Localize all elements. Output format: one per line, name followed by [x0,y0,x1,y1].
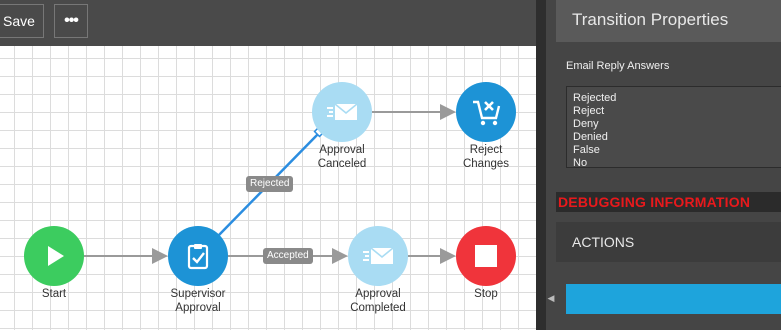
answer-item: Reject [573,105,605,117]
email-reply-answers-field[interactable]: Rejected Reject Deny Denied False No [566,86,781,168]
node-approval-canceled-label: Approval Canceled [292,143,392,171]
properties-panel-content: ◀ Transition Properties Email Reply Answ… [548,0,781,330]
node-label-line: Reject [469,144,503,156]
action-button[interactable] [566,284,781,314]
node-approval-completed[interactable] [348,226,408,286]
stop-icon [475,245,497,267]
node-label-line: Approval [355,288,401,300]
node-approval-completed-label: Approval Completed [328,287,428,315]
play-icon [48,246,64,266]
node-label-line: Canceled [317,158,367,170]
node-start-label: Start [4,287,104,301]
node-reject-changes[interactable] [456,82,516,142]
node-stop[interactable] [456,226,516,286]
email-send-icon [363,247,394,264]
answer-item: Denied [573,131,608,143]
node-supervisor-approval-label: Supervisor Approval [148,287,248,315]
cart-remove-icon [473,100,501,126]
node-label-line: Supervisor [170,288,226,300]
node-label-line: Approval [319,144,365,156]
node-label-line: Start [41,288,67,300]
answer-item: Deny [573,118,599,130]
answer-item: False [573,144,600,156]
node-supervisor-approval[interactable] [168,226,228,286]
node-label-line: Completed [350,302,406,314]
node-label-line: Stop [474,288,498,300]
transition-properties-body: Email Reply Answers Rejected Reject Deny… [556,42,781,192]
edge-label-rejected[interactable]: Rejected [246,176,294,192]
properties-panel: ◀ Transition Properties Email Reply Answ… [536,0,781,330]
answer-item: No [573,157,588,168]
node-label-line: Changes [462,158,510,170]
email-send-icon [327,103,358,120]
node-stop-label: Stop [436,287,536,301]
chevron-left-icon[interactable]: ◀ [546,286,556,310]
node-approval-canceled[interactable] [312,82,372,142]
node-label-line: Approval [175,302,221,314]
answer-item: Rejected [573,92,617,104]
workflow-canvas[interactable]: Save ••• Rejected Accepted Start Supervi… [0,0,536,330]
node-start[interactable] [24,226,84,286]
edge-label-accepted[interactable]: Accepted [263,248,313,264]
panel-title: Transition Properties [556,0,781,42]
node-reject-changes-label: Reject Changes [436,143,536,171]
clipboard-check-icon [187,244,209,270]
debugging-information-header[interactable]: DEBUGGING INFORMATION [556,192,781,212]
email-reply-answers-label: Email Reply Answers [566,60,670,72]
actions-header[interactable]: ACTIONS [556,222,781,262]
